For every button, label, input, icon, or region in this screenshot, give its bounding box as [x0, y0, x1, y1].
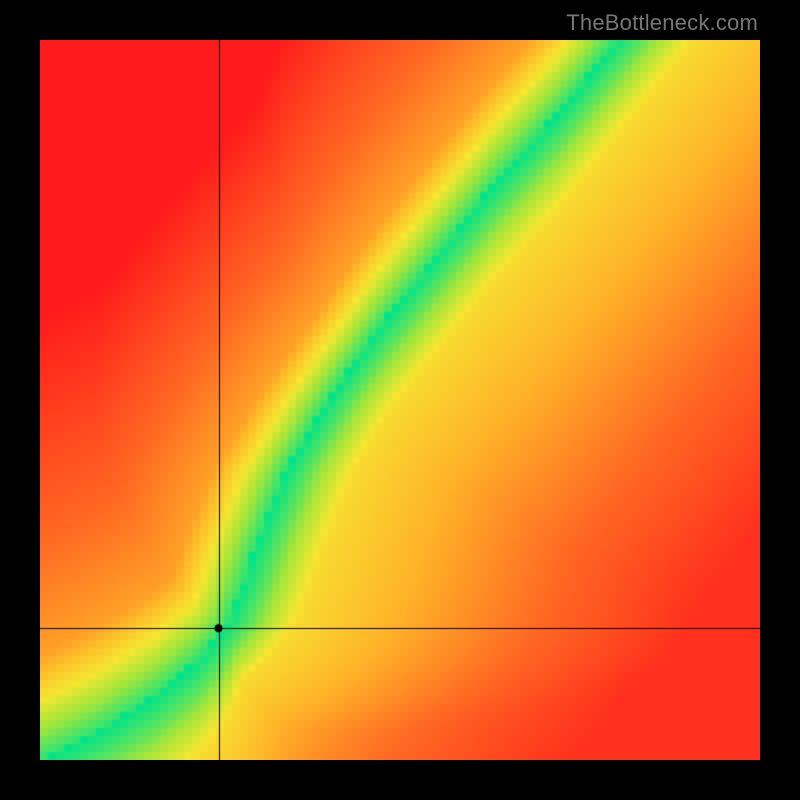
heatmap-plot: [40, 40, 760, 760]
heatmap-canvas: [40, 40, 760, 760]
watermark-text: TheBottleneck.com: [566, 10, 758, 36]
chart-frame: TheBottleneck.com: [0, 0, 800, 800]
